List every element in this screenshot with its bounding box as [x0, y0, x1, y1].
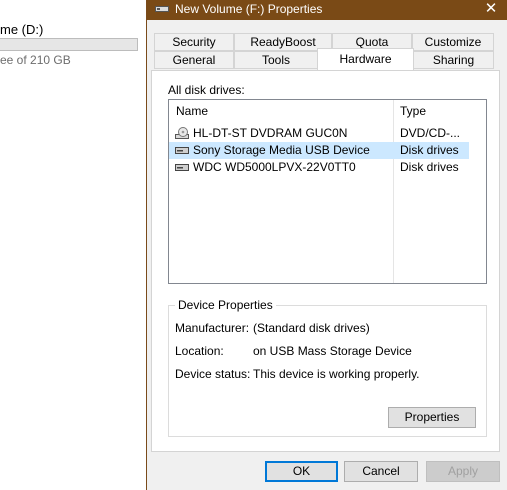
tab-general[interactable]: General [154, 51, 234, 69]
drive-usage-bar [0, 38, 138, 51]
drive-name: HL-DT-ST DVDRAM GUC0N [193, 126, 348, 140]
dialog-title: New Volume (F:) Properties [175, 2, 323, 16]
tab-sharing[interactable]: Sharing [413, 51, 494, 69]
disk-drive-icon [175, 164, 189, 171]
all-disk-drives-label: All disk drives: [168, 83, 245, 97]
drive-label: me (D:) [0, 22, 44, 37]
group-title: Device Properties [175, 298, 276, 312]
cancel-button[interactable]: Cancel [344, 461, 418, 482]
drive-row-dvd[interactable]: HL-DT-ST DVDRAM GUC0N DVD/CD-... [169, 125, 469, 142]
dvd-drive-icon [175, 127, 189, 139]
ok-button[interactable]: OK [265, 461, 338, 482]
tab-security[interactable]: Security [154, 33, 234, 51]
drive-type: DVD/CD-... [400, 126, 460, 140]
tab-customize[interactable]: Customize [412, 33, 494, 51]
manufacturer-label: Manufacturer: [175, 321, 250, 335]
drive-type: Disk drives [400, 160, 459, 174]
apply-button[interactable]: Apply [426, 461, 500, 482]
drive-name: Sony Storage Media USB Device [193, 143, 370, 157]
location-value: on USB Mass Storage Device [253, 344, 412, 358]
close-button[interactable]: ✕ [474, 0, 507, 20]
drive-free-space: ee of 210 GB [0, 53, 71, 67]
tab-hardware[interactable]: Hardware [317, 48, 414, 70]
disk-drives-list[interactable]: Name Type HL-DT-ST DVDRAM GUC0N DVD/CD-.… [168, 99, 487, 284]
drive-row-sony[interactable]: Sony Storage Media USB Device Disk drive… [169, 142, 469, 159]
device-status-value: This device is working properly. [253, 367, 420, 381]
drive-name: WDC WD5000LPVX-22V0TT0 [193, 160, 356, 174]
column-header-type[interactable]: Type [400, 100, 426, 122]
location-label: Location: [175, 344, 224, 358]
background-explorer-window: me (D:) ee of 210 GB [0, 0, 146, 490]
device-status-label: Device status: [175, 367, 251, 381]
drive-row-wdc[interactable]: WDC WD5000LPVX-22V0TT0 Disk drives [169, 159, 469, 176]
hardware-tab-panel: All disk drives: Name Type HL-DT-ST DVDR… [151, 70, 500, 452]
disk-drive-icon [175, 147, 189, 154]
properties-button[interactable]: Properties [388, 407, 476, 428]
title-bar[interactable]: New Volume (F:) Properties ✕ [147, 0, 507, 20]
usb-drive-icon [155, 6, 169, 12]
manufacturer-value: (Standard disk drives) [253, 321, 370, 335]
device-properties-group: Device Properties Manufacturer: (Standar… [168, 298, 487, 437]
tab-tools[interactable]: Tools [234, 51, 318, 69]
properties-dialog: New Volume (F:) Properties ✕ Security Re… [146, 0, 507, 490]
column-header-name[interactable]: Name [176, 100, 208, 122]
drive-type: Disk drives [400, 143, 459, 157]
